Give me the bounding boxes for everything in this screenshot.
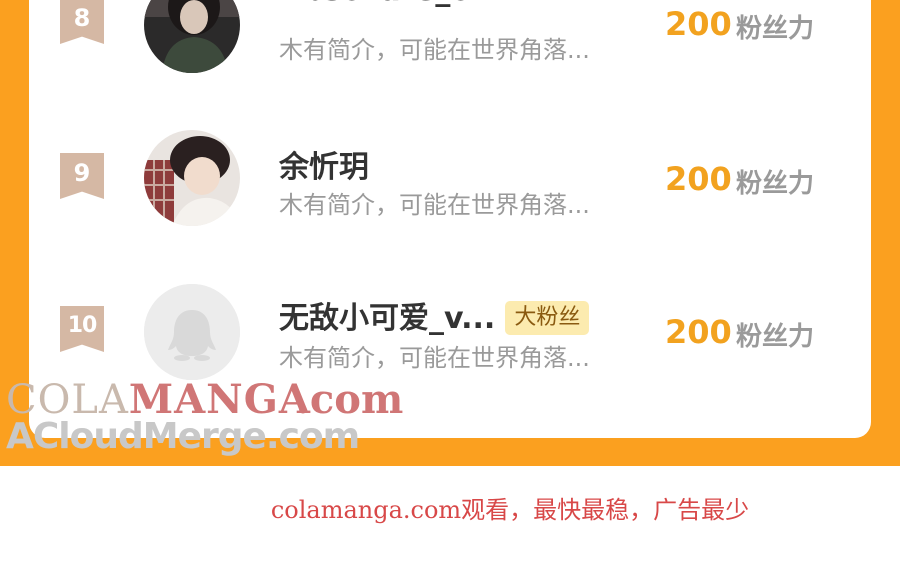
photo-avatar: [144, 130, 240, 226]
fan-power-unit: 粉丝力: [736, 322, 815, 352]
user-name[interactable]: 余忻玥: [279, 142, 369, 186]
rank-ribbon: 10: [60, 306, 104, 352]
fan-power-unit: 粉丝力: [736, 14, 815, 44]
avatar[interactable]: [144, 0, 240, 73]
user-bio: 木有简介，可能在世界角落...: [279, 36, 590, 64]
user-name[interactable]: 无敌小可爱_v... 大粉丝: [279, 293, 590, 337]
user-name[interactable]: AbsoTute_o...: [279, 0, 505, 8]
fan-power-score: 200: [665, 313, 732, 351]
ranking-row[interactable]: 8 AbsoTute_o... 木有简介，可能在世界角落... 200 粉丝力: [29, 0, 871, 105]
ranking-card: 8 AbsoTute_o... 木有简介，可能在世界角落... 200 粉丝力 …: [29, 0, 871, 438]
fan-power-unit: 粉丝力: [736, 169, 815, 199]
default-penguin-avatar: [144, 284, 240, 380]
user-bio: 木有简介，可能在世界角落...: [279, 191, 590, 219]
rank-ribbon: 8: [60, 0, 104, 44]
ranking-row[interactable]: 9 余忻玥 木有简介，可能在世界角落... 200 粉丝力: [29, 110, 871, 260]
fan-power-score: 200: [665, 160, 732, 198]
footer-ad-text: colamanga.com观看，最快最稳，广告最少: [270, 496, 750, 524]
acloudmerge-watermark: ACloudMerge.com: [6, 416, 360, 457]
rank-ribbon: 9: [60, 153, 104, 199]
big-fan-badge: 大粉丝: [505, 301, 590, 335]
avatar[interactable]: [144, 284, 240, 380]
user-name-text: 无敌小可爱_v...: [279, 301, 496, 336]
avatar[interactable]: [144, 130, 240, 226]
photo-avatar: [144, 0, 240, 73]
fan-power-score: 200: [665, 5, 732, 43]
user-bio: 木有简介，可能在世界角落...: [279, 344, 590, 372]
